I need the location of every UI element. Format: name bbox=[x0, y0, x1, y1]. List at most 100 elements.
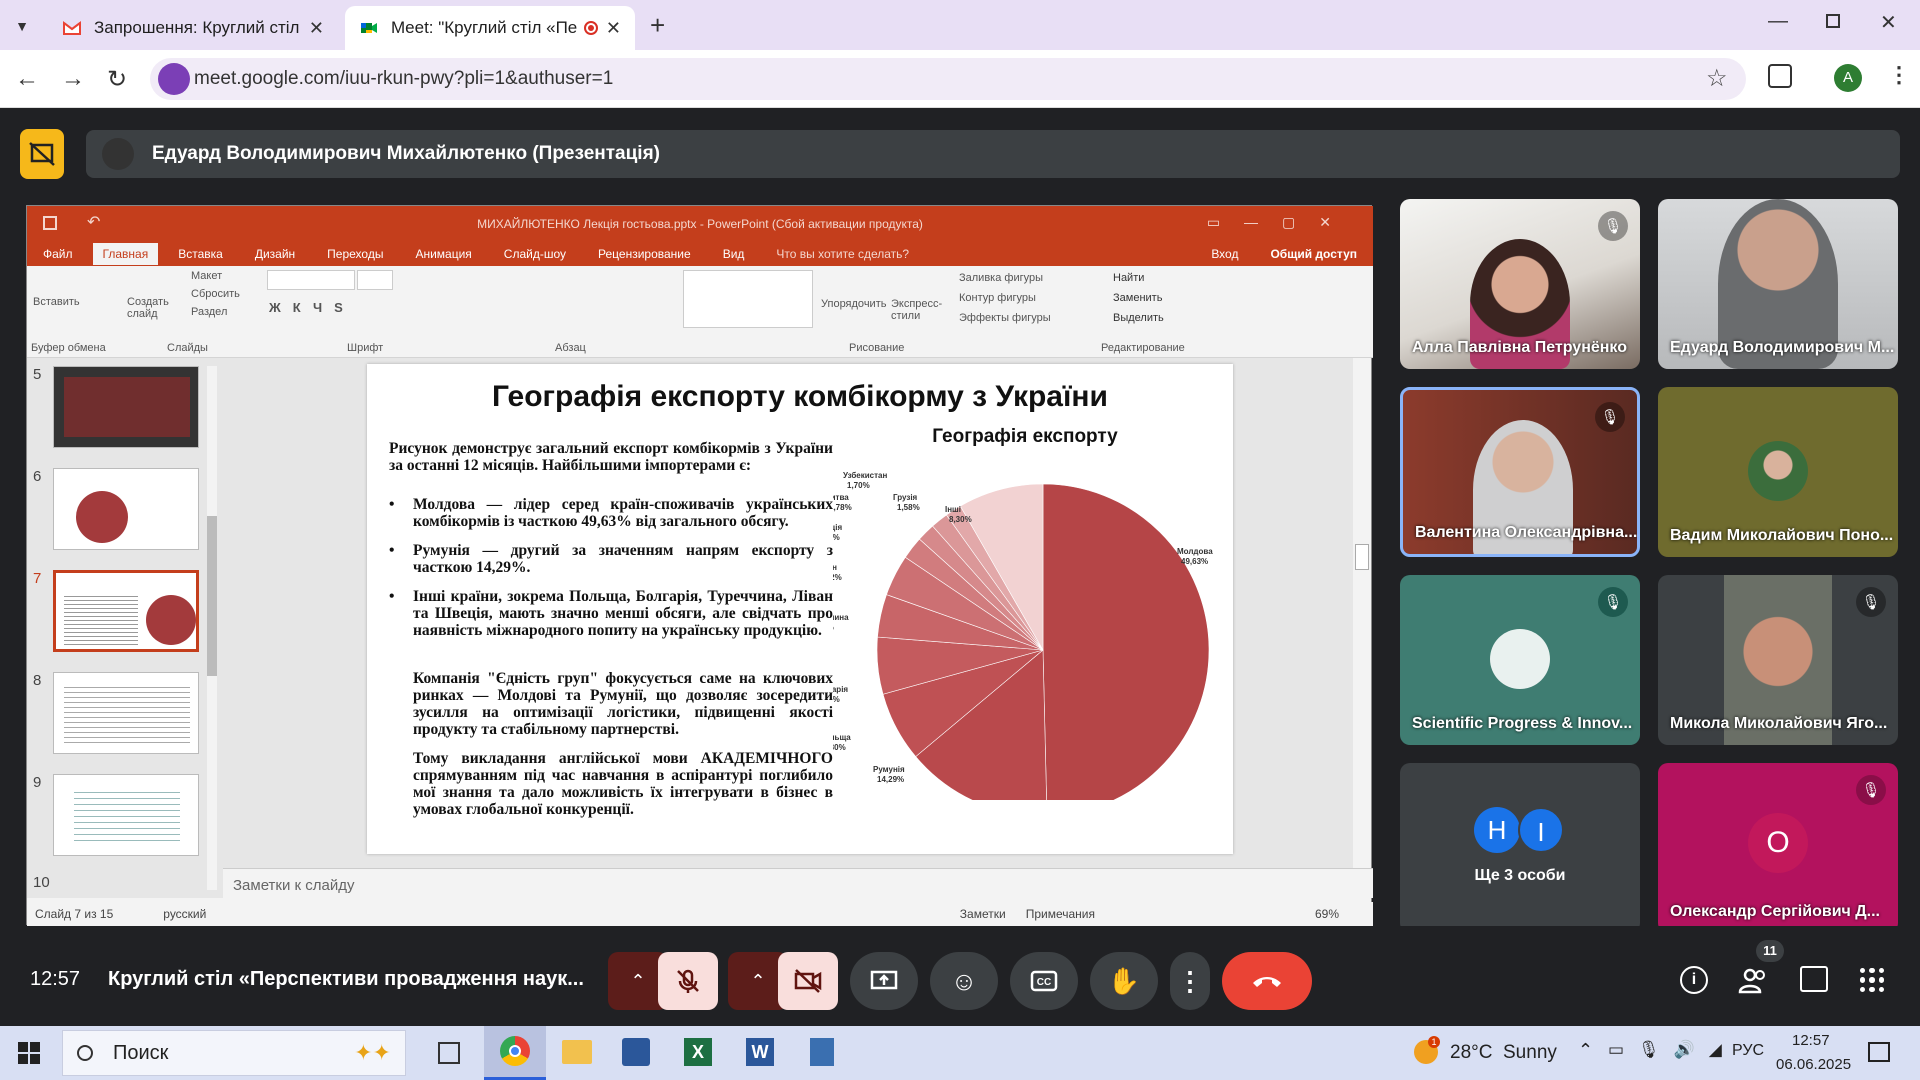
thumbnail-slide-5 bbox=[53, 366, 199, 448]
pie-slice-0 bbox=[1042, 483, 1210, 800]
participant-name: Олександр Сергійович Д... bbox=[1670, 903, 1880, 920]
people-icon[interactable] bbox=[1738, 966, 1768, 994]
group-drawing: Рисование bbox=[849, 342, 905, 354]
pie-label-category: Болгарія bbox=[833, 685, 848, 694]
tab-meet-active[interactable]: Meet: "Круглий стіл «Персп ✕ bbox=[345, 6, 635, 50]
presenter-banner: Едуард Володимирович Михайлютенко (Презе… bbox=[86, 130, 1900, 178]
weather-text[interactable]: 28°C Sunny bbox=[1450, 1042, 1557, 1064]
task-view-icon[interactable] bbox=[438, 1042, 460, 1064]
restore-button[interactable] bbox=[1826, 14, 1840, 28]
tab-label: Meet: "Круглий стіл «Персп bbox=[391, 18, 578, 37]
more-options-button[interactable]: ⋮ bbox=[1170, 952, 1210, 1010]
participant-name: Микола Миколайович Яго... bbox=[1670, 715, 1888, 732]
reactions-button[interactable]: ☺ bbox=[930, 952, 998, 1010]
participant-name: Вадим Миколайович Поно... bbox=[1670, 527, 1894, 544]
chat-icon[interactable] bbox=[1800, 966, 1828, 992]
mic-off-icon bbox=[677, 969, 699, 993]
tab-label: Запрошення: Круглий стіл «Пе bbox=[94, 18, 301, 37]
notifications-icon[interactable] bbox=[1868, 1042, 1890, 1062]
ppt-ribbon: Вставить Создать слайд Макет Сбросить Ра… bbox=[27, 266, 1373, 358]
excel-icon[interactable]: X bbox=[684, 1038, 712, 1066]
fill-label: Заливка фигуры bbox=[959, 272, 1044, 284]
close-tab-icon[interactable]: ✕ bbox=[606, 18, 621, 39]
taskbar-search-box[interactable]: Поиск ✦✦ bbox=[62, 1030, 406, 1076]
search-highlight-icon: ✦✦ bbox=[354, 1040, 391, 1065]
chrome-taskbar-icon[interactable] bbox=[484, 1026, 546, 1080]
activities-icon[interactable] bbox=[1860, 968, 1884, 992]
quick-styles-label: Экспресс-стили bbox=[891, 298, 943, 322]
meeting-info-icon[interactable]: i bbox=[1680, 966, 1708, 994]
ppt-window-title: МИХАЙЛЮТЕНКО Лекція гостьова.pptx - Powe… bbox=[477, 217, 923, 231]
ppt-tab-insert: Вставка bbox=[178, 247, 223, 261]
slide-bullet-text: Румунія — другий за значенням напрям екс… bbox=[413, 542, 833, 576]
thumb-number: 7 bbox=[33, 570, 42, 587]
tray-chevron-icon[interactable]: ⌃ bbox=[1578, 1040, 1593, 1061]
slide-bullet-text: Молдова — лідер серед країн-споживачів у… bbox=[413, 496, 833, 530]
notes-pane[interactable]: Заметки к слайду bbox=[223, 868, 1373, 898]
camera-off-icon bbox=[794, 969, 822, 993]
file-explorer-icon[interactable] bbox=[562, 1040, 592, 1064]
thumb-number: 9 bbox=[33, 774, 42, 791]
pie-label-category: Румунія bbox=[873, 765, 905, 774]
participant-tile[interactable]: 🎙 Алла Павлівна Петрунёнко bbox=[1400, 199, 1640, 369]
close-tab-icon[interactable]: ✕ bbox=[309, 18, 324, 39]
pie-label-value: 14,29% bbox=[877, 775, 904, 784]
slide-paragraph-conclusion: Тому викладання англійської мови АКАДЕМІ… bbox=[413, 750, 833, 818]
participant-tile-speaking[interactable]: 🎙 Валентина Олександрівна... bbox=[1400, 387, 1640, 557]
participant-tile[interactable]: Вадим Миколайович Поно... bbox=[1658, 387, 1898, 557]
comments-toggle: Примечания bbox=[1025, 907, 1095, 921]
close-window-button[interactable]: ✕ bbox=[1880, 10, 1897, 35]
ppt-tab-design: Дизайн bbox=[254, 247, 296, 261]
reload-button[interactable]: ↻ bbox=[100, 62, 134, 96]
word-icon[interactable]: W bbox=[746, 1038, 774, 1066]
address-bar[interactable]: meet.google.com/iuu-rkun-pwy?pli=1&authu… bbox=[150, 58, 1746, 100]
pie-label-category: Узбекистан bbox=[843, 471, 887, 480]
windows-start-icon[interactable] bbox=[18, 1042, 40, 1064]
ppt-titlebar: ↶ МИХАЙЛЮТЕНКО Лекція гостьова.pptx - Po… bbox=[27, 206, 1373, 242]
input-language[interactable]: РУС bbox=[1732, 1042, 1764, 1060]
new-tab-button[interactable]: + bbox=[650, 10, 665, 41]
thumb-number: 6 bbox=[33, 468, 42, 485]
profile-avatar[interactable]: A bbox=[1834, 64, 1862, 92]
pie-label-value: 8,30% bbox=[949, 515, 972, 524]
tab-gmail-invitation[interactable]: Запрошення: Круглий стіл «Пе ✕ bbox=[48, 6, 338, 50]
forward-button[interactable]: → bbox=[56, 62, 90, 96]
chart-title: Географія експорту bbox=[932, 426, 1118, 447]
thumb-scrollbar[interactable] bbox=[207, 366, 217, 890]
extensions-icon[interactable] bbox=[1768, 64, 1792, 88]
more-participants-tile[interactable]: H I Ще 3 особи bbox=[1400, 763, 1640, 933]
participant-tile[interactable]: 🎙 Микола Миколайович Яго... bbox=[1658, 575, 1898, 745]
thumbnail-slide-9 bbox=[53, 774, 199, 856]
minimize-button[interactable]: — bbox=[1768, 10, 1788, 33]
app-icon-blue[interactable] bbox=[622, 1038, 650, 1066]
participant-tile[interactable]: 🎙 Scientific Progress & Innov... bbox=[1400, 575, 1640, 745]
microphone-muted-button[interactable] bbox=[658, 952, 718, 1010]
site-info-icon[interactable] bbox=[158, 63, 190, 95]
slide-thumbnails: 5 6 7 8 9 10 bbox=[27, 358, 223, 898]
participant-tile[interactable]: Едуард Володимирович М... bbox=[1658, 199, 1898, 369]
clock-time[interactable]: 12:57 bbox=[1792, 1032, 1830, 1049]
captions-button[interactable]: CC bbox=[1010, 952, 1078, 1010]
clock-date[interactable]: 06.06.2025 bbox=[1776, 1056, 1851, 1073]
font-format-icons: ЖКЧS bbox=[269, 300, 355, 315]
present-screen-button[interactable] bbox=[850, 952, 918, 1010]
thumb-number: 8 bbox=[33, 672, 42, 689]
tab-search-dropdown[interactable]: ▼ bbox=[10, 14, 34, 38]
participant-name: Scientific Progress & Innov... bbox=[1412, 715, 1633, 732]
bookmark-star-icon[interactable]: ☆ bbox=[1706, 64, 1728, 93]
raise-hand-button[interactable]: ✋ bbox=[1090, 952, 1158, 1010]
participant-tile[interactable]: O 🎙 Олександр Сергійович Д... bbox=[1658, 763, 1898, 933]
leave-call-button[interactable] bbox=[1222, 952, 1312, 1010]
paste-label: Вставить bbox=[33, 296, 80, 308]
shapes-gallery bbox=[683, 270, 813, 328]
browser-menu-icon[interactable]: ⋮ bbox=[1888, 62, 1910, 88]
camera-off-button[interactable] bbox=[778, 952, 838, 1010]
captions-icon: CC bbox=[1030, 970, 1058, 992]
thumb-number: 10 bbox=[33, 874, 50, 891]
search-icon bbox=[77, 1045, 93, 1061]
back-button[interactable]: ← bbox=[10, 62, 44, 96]
bullet: • bbox=[389, 588, 395, 605]
calculator-icon[interactable] bbox=[810, 1038, 834, 1066]
font-size-box bbox=[357, 270, 393, 290]
slide-scrollbar[interactable] bbox=[1355, 358, 1369, 848]
